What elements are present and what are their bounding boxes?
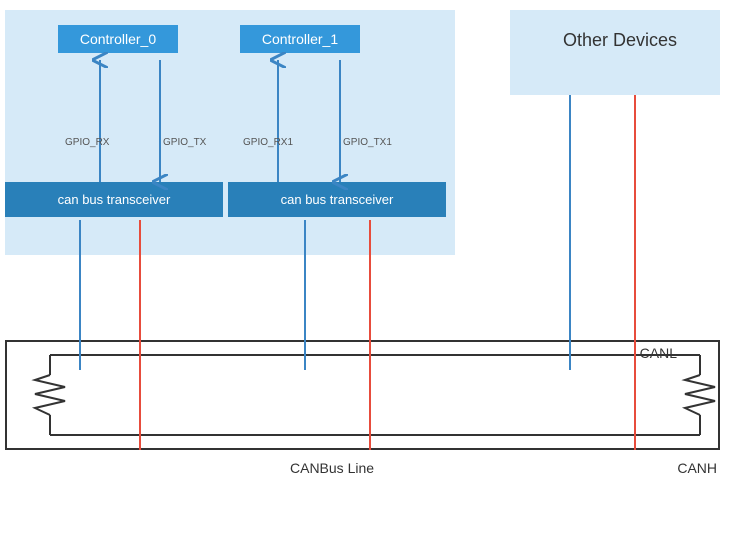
canh-label: CANH bbox=[677, 460, 717, 476]
right-background bbox=[510, 10, 720, 95]
other-devices-label: Other Devices bbox=[525, 30, 715, 51]
controller-0-box: Controller_0 bbox=[58, 25, 178, 53]
canbus-line-box bbox=[5, 340, 720, 450]
canl-label: CANL bbox=[640, 345, 677, 361]
transceiver-0-box: can bus transceiver bbox=[5, 182, 223, 217]
controller-1-box: Controller_1 bbox=[240, 25, 360, 53]
canbus-line-label: CANBus Line bbox=[290, 460, 374, 476]
diagram: Other Devices Controller_0 Controller_1 … bbox=[0, 0, 737, 541]
transceiver-1-box: can bus transceiver bbox=[228, 182, 446, 217]
